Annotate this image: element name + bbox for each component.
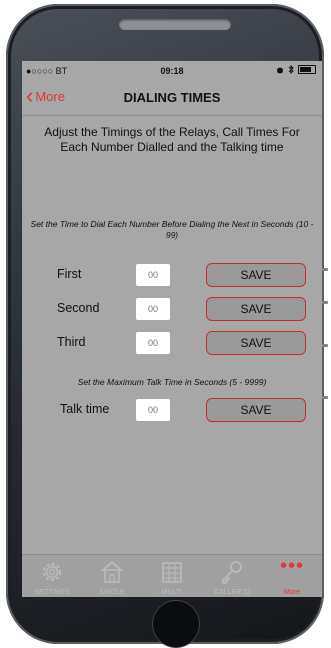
- app-screen: ●○○○○ BT 09:18 ‹ More DIALING TIMES Adju…: [22, 61, 322, 597]
- first-input[interactable]: [136, 264, 170, 286]
- tab-single-label: SINGLE: [99, 589, 125, 596]
- talk-time-save-button[interactable]: SAVE: [206, 398, 306, 422]
- talk-time-row: Talk time SAVE: [22, 398, 322, 422]
- dial-hint: Set the Time to Dial Each Number Before …: [30, 219, 314, 240]
- bluetooth-icon: [288, 65, 294, 74]
- talk-hint: Set the Maximum Talk Time in Seconds (5 …: [77, 377, 267, 387]
- side-button: [322, 396, 328, 399]
- speaker-grille: [119, 19, 231, 30]
- tab-single[interactable]: SINGLE: [82, 555, 142, 597]
- second-save-button[interactable]: SAVE: [206, 297, 306, 321]
- second-label: Second: [57, 301, 100, 315]
- building-icon: [162, 562, 182, 583]
- intro-text: Adjust the Timings of the Relays, Call T…: [44, 125, 300, 154]
- talk-time-input[interactable]: [136, 399, 170, 421]
- third-row: Third SAVE: [22, 331, 322, 355]
- home-button[interactable]: [153, 601, 199, 647]
- navigation-bar: ‹ More DIALING TIMES: [22, 81, 322, 116]
- more-dots-icon: •••: [279, 555, 304, 577]
- tab-settings[interactable]: SETTINGS: [22, 555, 82, 597]
- second-row: Second SAVE: [22, 297, 322, 321]
- talk-time-label: Talk time: [60, 402, 110, 416]
- first-save-button[interactable]: SAVE: [206, 263, 306, 287]
- tab-multi[interactable]: MULTI: [142, 555, 202, 597]
- battery-icon: [298, 65, 316, 74]
- status-bar: ●○○○○ BT 09:18: [22, 61, 322, 81]
- key-icon: [222, 561, 242, 584]
- third-input[interactable]: [136, 332, 170, 354]
- tab-caller-id[interactable]: CALLER ID: [202, 555, 262, 597]
- third-save-button[interactable]: SAVE: [206, 331, 306, 355]
- first-label: First: [57, 267, 82, 281]
- first-row: First SAVE: [22, 263, 322, 287]
- side-button: [322, 301, 328, 304]
- gear-icon: [43, 563, 61, 581]
- tab-multi-label: MULTI: [161, 589, 183, 596]
- tab-bar: SETTINGS SINGLE MULTI CALLER ID ••• More: [22, 554, 322, 597]
- page-title: DIALING TIMES: [123, 90, 221, 105]
- tab-settings-label: SETTINGS: [34, 589, 70, 596]
- status-icons: [276, 65, 316, 74]
- house-icon: [101, 560, 123, 583]
- side-button: [322, 268, 328, 271]
- alarm-icon: [277, 67, 283, 73]
- tab-more-label: More: [284, 589, 300, 596]
- phone-frame: ●○○○○ BT 09:18 ‹ More DIALING TIMES Adju…: [6, 4, 328, 647]
- tab-more[interactable]: ••• More: [262, 555, 322, 597]
- side-button: [322, 344, 328, 347]
- tab-caller-id-label: CALLER ID: [213, 589, 251, 596]
- second-input[interactable]: [136, 298, 170, 320]
- third-label: Third: [57, 335, 86, 349]
